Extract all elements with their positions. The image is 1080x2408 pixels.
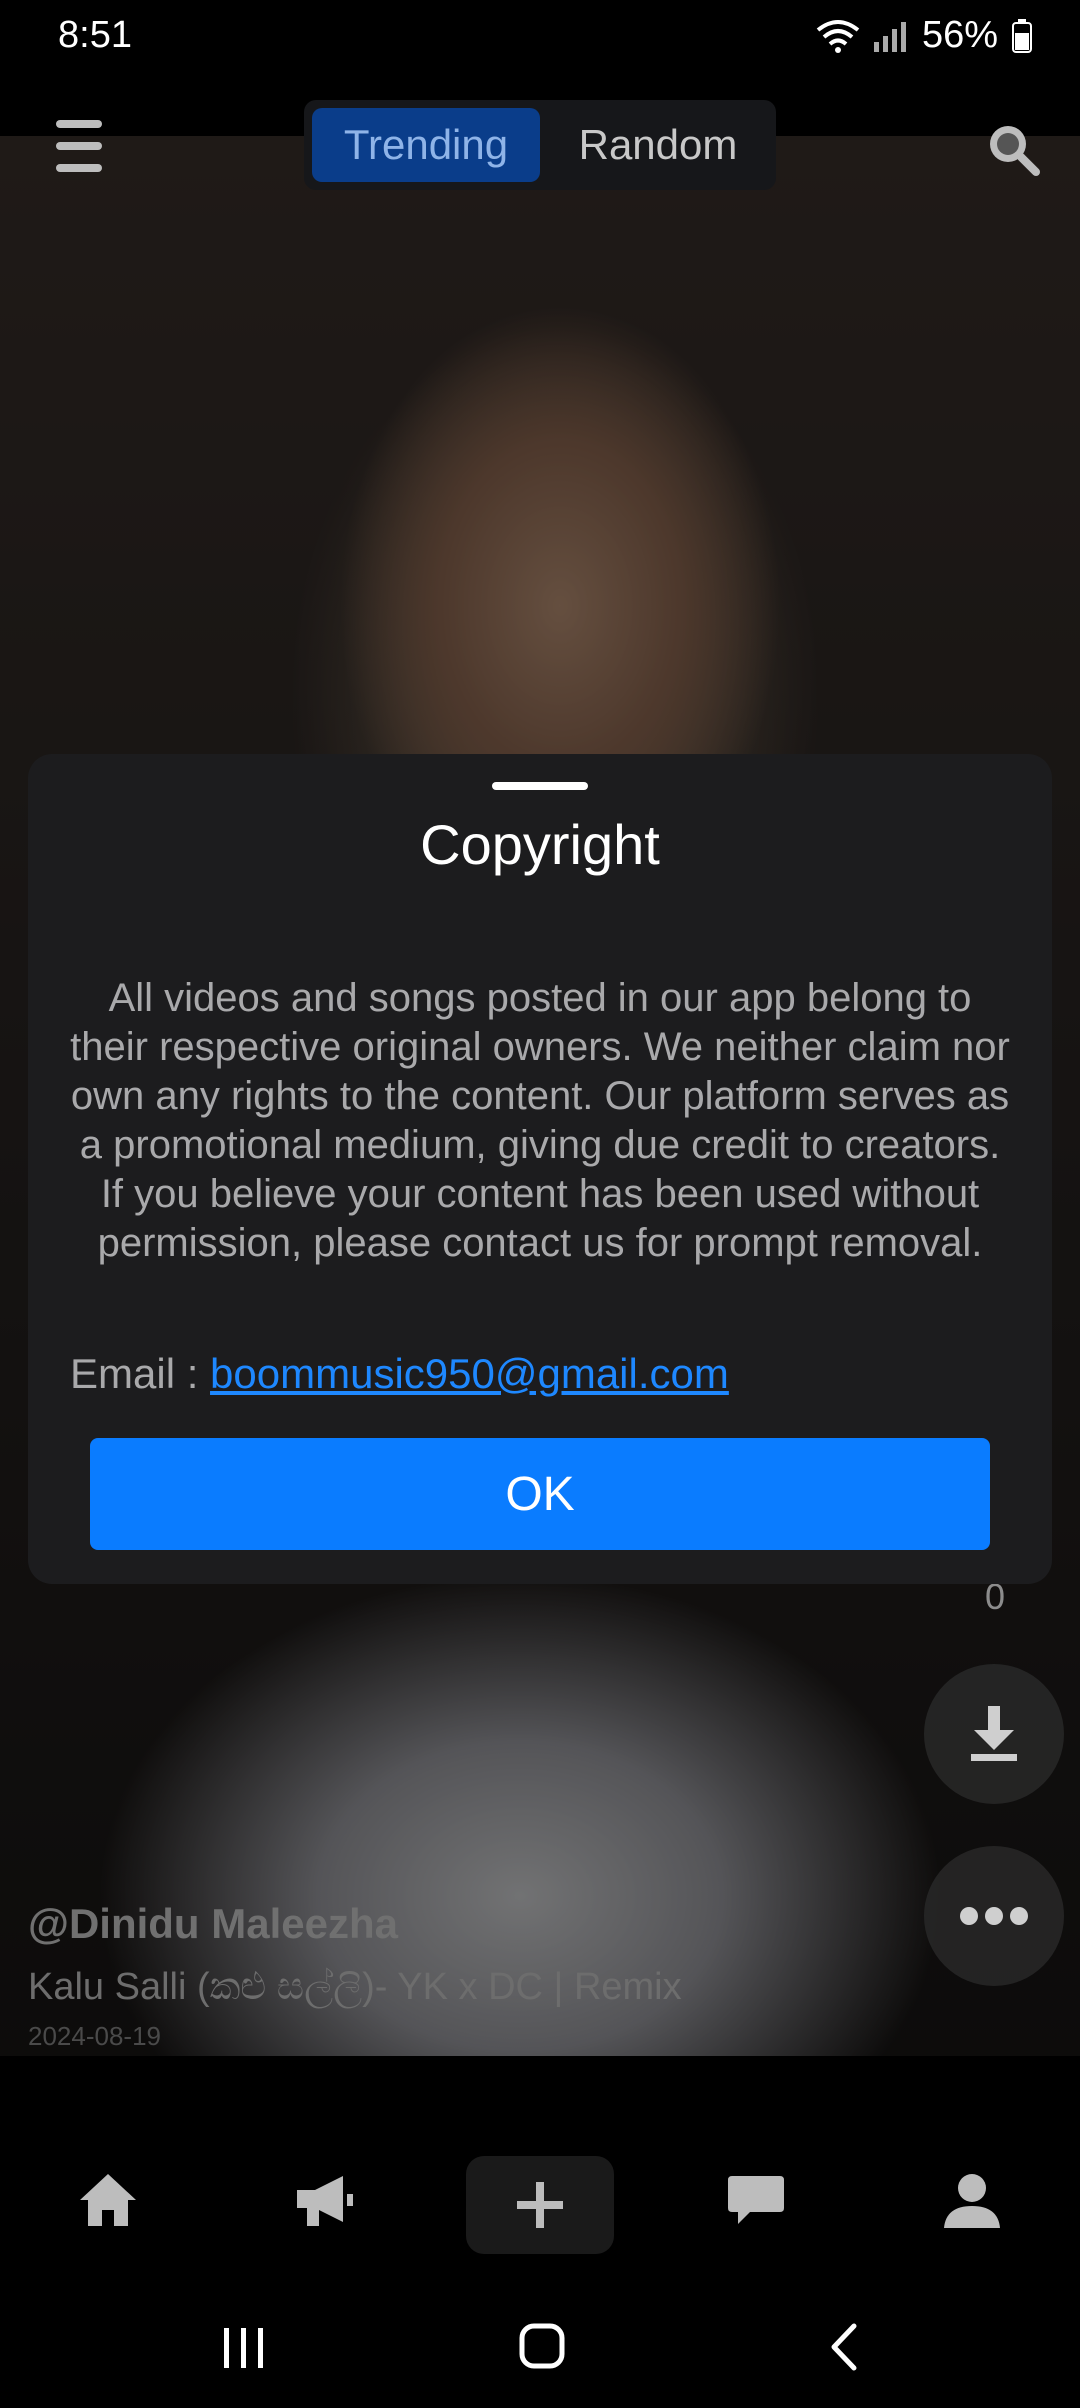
- create-button[interactable]: [466, 2156, 614, 2254]
- megaphone-icon: [297, 2176, 353, 2226]
- nav-profile[interactable]: [932, 2160, 1012, 2240]
- dialog-body: All videos and songs posted in our app b…: [70, 976, 1010, 1265]
- chat-icon: [728, 2176, 784, 2224]
- status-bar: 8:51 56%: [0, 0, 1080, 72]
- tab-random[interactable]: Random: [550, 108, 766, 182]
- ok-button[interactable]: OK: [90, 1438, 990, 1550]
- more-icon: [960, 1907, 1028, 1925]
- download-button[interactable]: [924, 1664, 1064, 1804]
- drag-handle[interactable]: [492, 782, 588, 790]
- battery-icon: [1012, 18, 1032, 53]
- email-link[interactable]: boommusic950@gmail.com: [210, 1350, 729, 1397]
- email-label: Email :: [70, 1350, 211, 1397]
- back-icon[interactable]: [828, 2322, 860, 2372]
- copyright-dialog: Copyright All videos and songs posted in…: [28, 754, 1052, 1584]
- home-button-icon[interactable]: [518, 2322, 566, 2370]
- nav-announcements[interactable]: [284, 2160, 364, 2240]
- nav-messages[interactable]: [716, 2160, 796, 2240]
- tab-trending[interactable]: Trending: [312, 108, 540, 182]
- video-info: @Dinidu Maleezha Kalu Salli (කළු සල්ලි)-…: [28, 1900, 682, 2052]
- recents-icon[interactable]: [220, 2326, 268, 2370]
- dialog-title: Copyright: [420, 813, 660, 876]
- more-button[interactable]: [924, 1846, 1064, 1986]
- video-date: 2024-08-19: [28, 2021, 161, 2051]
- profile-icon: [944, 2174, 1000, 2228]
- battery-percent: 56%: [921, 14, 998, 56]
- video-title: Kalu Salli (කළු සල්ලි)- YK x DC | Remix: [28, 1966, 682, 2008]
- nav-home[interactable]: [68, 2160, 148, 2240]
- home-icon: [80, 2174, 136, 2226]
- status-time: 8:51: [58, 14, 132, 56]
- system-nav-bar: [0, 2290, 1080, 2408]
- search-icon[interactable]: [982, 118, 1042, 178]
- video-username[interactable]: @Dinidu Maleezha: [28, 1900, 682, 1948]
- bottom-nav: [0, 2120, 1080, 2290]
- wifi-icon: [816, 19, 860, 53]
- email-line: Email : boommusic950@gmail.com: [70, 1350, 729, 1398]
- signal-icon: [873, 21, 906, 52]
- download-icon: [971, 1706, 1017, 1761]
- menu-icon[interactable]: [56, 120, 102, 172]
- plus-icon: [517, 2182, 563, 2228]
- status-icons: 56%: [816, 14, 1032, 57]
- feed-tab-switch: Trending Random: [304, 100, 776, 190]
- top-bar: Trending Random: [0, 100, 1080, 190]
